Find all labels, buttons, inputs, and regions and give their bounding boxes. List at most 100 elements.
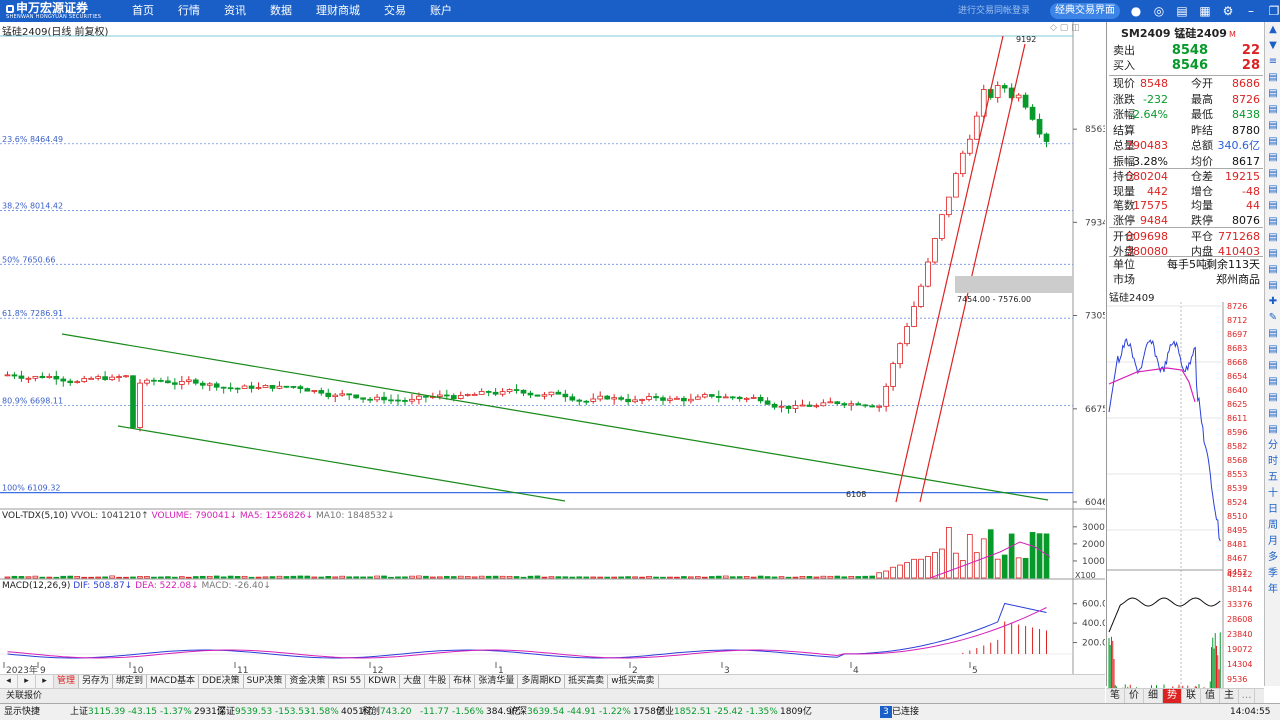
classic-trade-button[interactable]: 经典交易界面 — [1050, 3, 1120, 19]
indicator-tab-9[interactable]: 大盘 — [400, 675, 426, 688]
chart-icon[interactable]: ▤ — [1265, 262, 1280, 278]
side-period-3[interactable]: 十 — [1265, 486, 1280, 502]
chart-icon[interactable]: ▤ — [1265, 278, 1280, 294]
quote-tab-0[interactable]: 笔 — [1106, 689, 1125, 703]
indicator-tab-11[interactable]: 布林 — [450, 675, 476, 688]
side-period-0[interactable]: 分 — [1265, 438, 1280, 454]
side-period-8[interactable]: 季 — [1265, 566, 1280, 582]
chart-icon[interactable]: ▤ — [1265, 358, 1280, 374]
chart-icon[interactable]: ▤ — [1265, 214, 1280, 230]
candle-body — [597, 395, 604, 400]
up-arrow-icon[interactable]: ▲ — [1265, 22, 1280, 38]
nav-item-4[interactable]: 理财商城 — [304, 0, 372, 22]
indicator-tab-4[interactable]: DDE决策 — [199, 675, 244, 688]
nav-item-0[interactable]: 首页 — [120, 0, 166, 22]
side-period-4[interactable]: 日 — [1265, 502, 1280, 518]
list-icon[interactable]: ≡ — [1265, 54, 1280, 70]
index-name[interactable]: 深证 — [217, 704, 235, 720]
chart-icon[interactable]: ▤ — [1265, 326, 1280, 342]
show-shortcut-button[interactable]: 显示快捷 — [4, 704, 40, 720]
chart-icon[interactable]: ▤ — [1265, 102, 1280, 118]
tab-more-icon[interactable]: ▸ — [36, 675, 54, 688]
indicator-tab-14[interactable]: 抵买高卖 — [565, 675, 609, 688]
quote-tab-more-icon[interactable]: … — [1239, 689, 1255, 703]
volume-bar — [304, 575, 311, 579]
chart-icon[interactable]: ▤ — [1265, 70, 1280, 86]
side-period-7[interactable]: 多 — [1265, 550, 1280, 566]
indicator-tab-13[interactable]: 多周期KD — [518, 675, 566, 688]
down-arrow-icon[interactable]: ▼ — [1265, 38, 1280, 54]
candle-body — [360, 397, 366, 400]
chart-tools[interactable]: ◇ ▢ ◫ — [1050, 23, 1080, 33]
candle-body — [555, 391, 562, 395]
volume-ma10: MA10: 1848532↓ — [315, 511, 395, 521]
quote-tab-5[interactable]: 值 — [1201, 689, 1220, 703]
side-period-5[interactable]: 周 — [1265, 518, 1280, 534]
settings-icon[interactable]: ⚙ — [1220, 3, 1236, 19]
chart-icon[interactable]: ▤ — [1265, 198, 1280, 214]
minimize-icon[interactable]: – — [1243, 3, 1259, 19]
candle-body — [46, 376, 53, 379]
kline-chart-area[interactable]: 8563 7934 7305 6675 6046 23.6% 8464.49 38.2% 8… — [0, 22, 1105, 701]
nav-item-6[interactable]: 账户 — [418, 0, 464, 22]
chart-icon[interactable]: ▤ — [1265, 246, 1280, 262]
chart-icon[interactable]: ▤ — [1265, 118, 1280, 134]
plus-icon[interactable]: ✚ — [1265, 294, 1280, 310]
indicator-tab-15[interactable]: w抵买高卖 — [608, 675, 659, 688]
tab-scroll-right-icon[interactable]: ▸ — [18, 675, 36, 688]
pencil-icon[interactable]: ✎ — [1265, 310, 1280, 326]
candle-body — [604, 395, 611, 400]
tab-scroll-left-icon[interactable]: ◂ — [0, 675, 18, 688]
side-period-1[interactable]: 时 — [1265, 454, 1280, 470]
indicator-tab-1[interactable]: 另存为 — [79, 675, 114, 688]
login-link[interactable]: 进行交易同帐登录 — [958, 0, 1030, 22]
chart-icon[interactable]: ▤ — [1265, 374, 1280, 390]
indicator-tab-12[interactable]: 张清华量 — [475, 675, 519, 688]
chart-icon[interactable]: ▤ — [1265, 86, 1280, 102]
chart-icon[interactable]: ▤ — [1265, 230, 1280, 246]
quote-tab-3[interactable]: 势 — [1163, 689, 1182, 703]
indicator-tab-10[interactable]: 牛股 — [425, 675, 451, 688]
chart-icon[interactable]: ▤ — [1265, 342, 1280, 358]
side-period-9[interactable]: 年 — [1265, 582, 1280, 598]
chart-icon[interactable]: ▤ — [1265, 150, 1280, 166]
side-period-6[interactable]: 月 — [1265, 534, 1280, 550]
chart-icon[interactable]: ▤ — [1265, 182, 1280, 198]
nav-item-1[interactable]: 行情 — [166, 0, 212, 22]
indicator-tab-6[interactable]: 资金决策 — [286, 675, 330, 688]
chart-icon[interactable]: ▤ — [1265, 422, 1280, 438]
indicator-tab-7[interactable]: RSI 55 — [329, 675, 366, 688]
nav-item-3[interactable]: 数据 — [258, 0, 304, 22]
chart-icon[interactable]: ▤ — [1265, 166, 1280, 182]
record-icon[interactable]: ● — [1128, 3, 1144, 19]
chart-icon[interactable]: ▤ — [1265, 134, 1280, 150]
restore-icon[interactable]: ❐ — [1266, 3, 1280, 19]
indicator-tab-3[interactable]: MACD基本 — [147, 675, 200, 688]
headset-icon[interactable]: ◎ — [1151, 3, 1167, 19]
index-name[interactable]: 科创 — [362, 704, 380, 720]
candle-body — [973, 115, 980, 140]
chart-icon[interactable]: ▤ — [1265, 406, 1280, 422]
index-name[interactable]: 上证 — [70, 704, 88, 720]
quote-tab-6[interactable]: 主 — [1220, 689, 1239, 703]
intraday-chart[interactable]: 8726 8712 8697 8683 8668 8654 8640 8625 8611 8596… — [1107, 302, 1265, 706]
quote-tab-1[interactable]: 价 — [1125, 689, 1144, 703]
news-icon[interactable]: ▤ — [1174, 3, 1190, 19]
index-name[interactable]: 沪深 — [509, 704, 527, 720]
alert-badge[interactable]: 3 — [880, 706, 892, 718]
nav-item-5[interactable]: 交易 — [372, 0, 418, 22]
indicator-tab-5[interactable]: SUP决策 — [244, 675, 287, 688]
indicator-tab-0[interactable]: 管理 — [54, 675, 80, 688]
quote-tab-2[interactable]: 细 — [1144, 689, 1163, 703]
index-name[interactable]: 创业 — [656, 704, 674, 720]
sell-row: 卖出 8548 22 — [1113, 43, 1263, 59]
indicator-tab-8[interactable]: KDWR — [365, 675, 401, 688]
grid-icon[interactable]: ▦ — [1197, 3, 1213, 19]
index-percent: -1.58% — [307, 707, 339, 717]
chart-icon[interactable]: ▤ — [1265, 390, 1280, 406]
quote-tab-4[interactable]: 联 — [1182, 689, 1201, 703]
indicator-tab-2[interactable]: 绑定到 — [113, 675, 148, 688]
side-period-2[interactable]: 五 — [1265, 470, 1280, 486]
assoc-quote-label[interactable]: 关联报价 — [6, 691, 42, 701]
nav-item-2[interactable]: 资讯 — [212, 0, 258, 22]
